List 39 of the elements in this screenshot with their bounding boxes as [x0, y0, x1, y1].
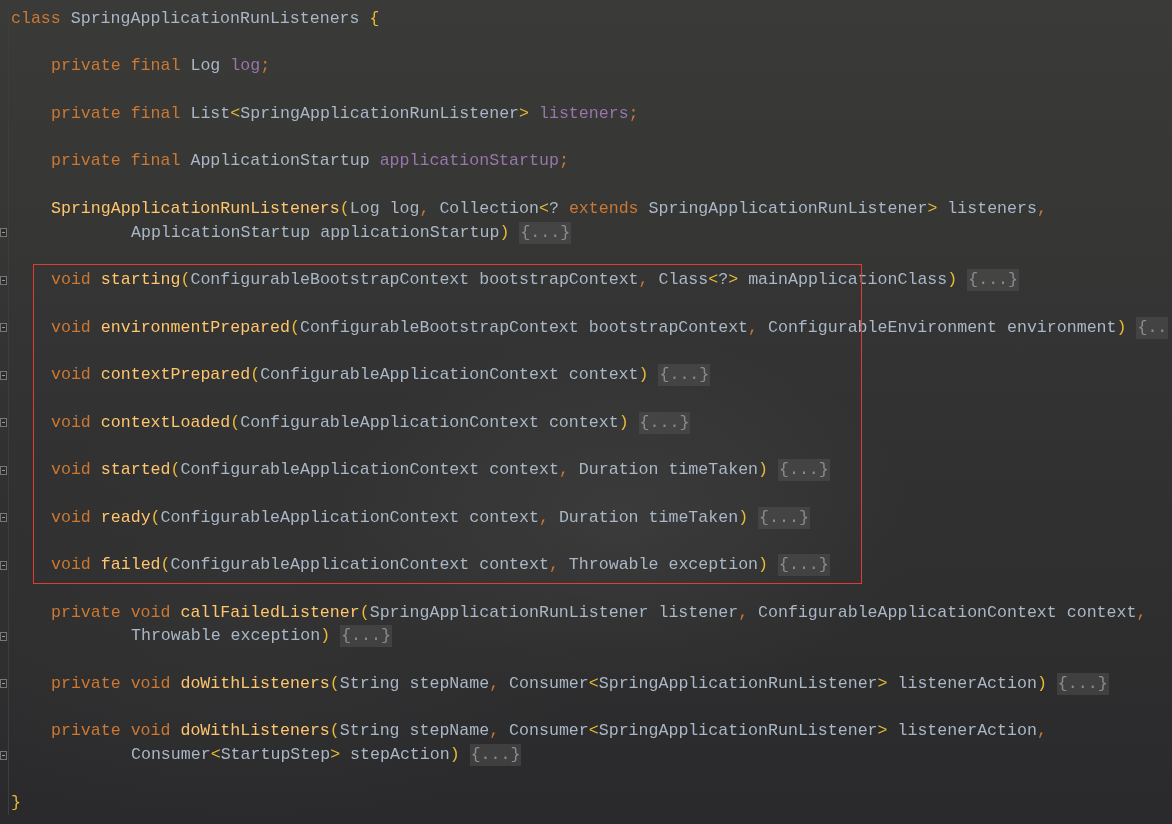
folded-code-block[interactable]: {...} — [967, 269, 1019, 292]
code-line: private void doWithListeners(String stepName, Consumer<SpringApplicationRunListener> listenerAction, — [51, 721, 1047, 742]
folded-code-block[interactable]: {...} — [658, 364, 711, 387]
code-line: void started(ConfigurableApplicationContext context, Duration timeTaken) — [51, 460, 770, 481]
code-line: } — [11, 792, 21, 813]
fold-icon[interactable] — [0, 370, 7, 380]
fold-icon[interactable] — [0, 750, 7, 760]
folded-code-block[interactable]: {...} — [638, 411, 691, 434]
fold-icon[interactable] — [0, 679, 7, 689]
folded-code-block[interactable]: {...} — [340, 625, 392, 648]
fold-icon[interactable] — [0, 631, 7, 641]
code-line: void failed(ConfigurableApplicationContext context, Throwable exception) — [51, 555, 769, 576]
folded-code-block[interactable]: {...} — [519, 221, 572, 244]
folded-code-block[interactable]: {...} — [777, 554, 830, 577]
folded-code-block[interactable]: {.. — [1136, 316, 1169, 339]
fold-icon[interactable] — [0, 275, 7, 285]
code-line: private final Log log; — [51, 56, 271, 77]
fold-icon[interactable] — [0, 560, 7, 570]
code-line: private final ApplicationStartup applicationStartup; — [51, 151, 569, 172]
folded-code-block[interactable]: {...} — [778, 459, 830, 482]
fold-icon[interactable] — [0, 513, 7, 523]
code-line: Consumer<StartupStep> stepAction) — [131, 745, 461, 766]
fold-icon[interactable] — [0, 228, 7, 238]
fold-icon[interactable] — [0, 418, 7, 428]
fold-icon[interactable] — [0, 323, 7, 333]
code-line: private void doWithListeners(String stepName, Consumer<SpringApplicationRunListener> listenerAction) — [51, 673, 1048, 694]
folded-code-block[interactable]: {...} — [469, 744, 522, 767]
code-line: SpringApplicationRunListeners(Log log, Collection<? extends SpringApplicationRunListener> listeners, — [51, 198, 1047, 219]
code-line: void ready(ConfigurableApplicationContext context, Duration timeTaken) — [51, 507, 750, 528]
code-line: Throwable exception) — [131, 626, 332, 647]
code-line: private final List<SpringApplicationRunListener> listeners; — [51, 103, 639, 124]
folded-code-block[interactable]: {...} — [1056, 672, 1109, 695]
code-line: void contextLoaded(ConfigurableApplicationContext context) — [51, 412, 630, 433]
code-line: class SpringApplicationRunListeners { — [11, 8, 380, 29]
code-line: void contextPrepared(ConfigurableApplicationContext context) — [51, 365, 650, 386]
folded-code-block[interactable]: {...} — [758, 506, 810, 529]
code-line: ApplicationStartup applicationStartup) — [131, 222, 511, 243]
code-line: private void callFailedListener(SpringApplicationRunListener listener, ConfigurableApplicationContext context, — [51, 602, 1147, 623]
fold-icon[interactable] — [0, 465, 7, 475]
